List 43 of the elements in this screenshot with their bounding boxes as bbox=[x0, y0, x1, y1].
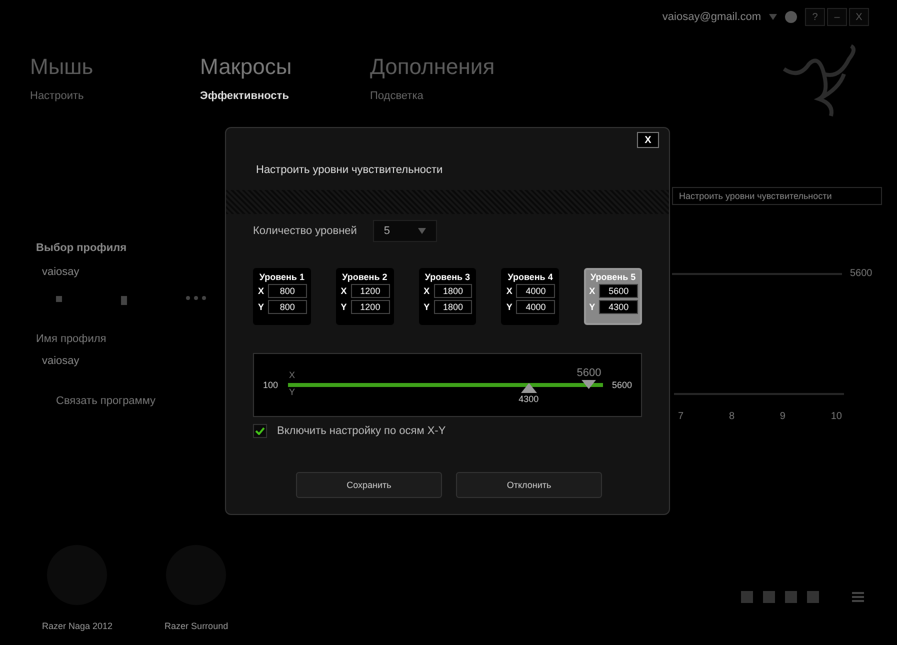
menu-icon[interactable] bbox=[849, 589, 867, 605]
nav-tab[interactable]: Макросы Эффективность bbox=[200, 54, 370, 102]
axis-label: Y bbox=[289, 387, 296, 397]
caret-icon[interactable] bbox=[769, 14, 777, 20]
slider-handle[interactable] bbox=[520, 383, 537, 393]
slider-handle[interactable] bbox=[581, 380, 597, 389]
level-card[interactable]: Уровень 5 X 5600 Y 4300 bbox=[584, 268, 642, 325]
checkbox[interactable] bbox=[253, 424, 267, 438]
tick-label: 9 bbox=[780, 411, 786, 422]
nav-tab[interactable]: Мышь Настроить bbox=[30, 54, 200, 102]
level-count-label: Количество уровней bbox=[253, 225, 357, 237]
marker-value: 5600 bbox=[576, 367, 602, 379]
min-label: 100 bbox=[263, 380, 278, 390]
dialog-button[interactable]: Сохранить bbox=[296, 472, 442, 498]
dialog-button[interactable]: Отклонить bbox=[456, 472, 602, 498]
mode-dropdown[interactable]: Настроить уровни чувствительности bbox=[672, 187, 882, 205]
device-name[interactable]: Razer Naga 2012 bbox=[42, 621, 113, 631]
nav-tab[interactable]: Дополнения Подсветка bbox=[370, 54, 540, 102]
level-card[interactable]: Уровень 2 X 1200 Y 1200 bbox=[336, 268, 394, 325]
checkbox-label: Включить настройку по осям X-Y bbox=[277, 425, 446, 437]
more-icon[interactable] bbox=[186, 296, 206, 300]
device-name[interactable]: Razer Surround bbox=[164, 621, 228, 631]
max-label: 5600 bbox=[612, 380, 632, 390]
marker-value: 4300 bbox=[518, 394, 539, 404]
tick-label: 7 bbox=[678, 411, 684, 422]
globe-icon[interactable] bbox=[785, 11, 797, 23]
tick-label: 10 bbox=[830, 411, 842, 422]
link-program-button[interactable]: Связать программу bbox=[56, 395, 221, 407]
profile-name-label: Имя профиля bbox=[36, 333, 108, 345]
axis-label: X bbox=[289, 370, 296, 380]
level-card[interactable]: Уровень 3 X 1800 Y 1800 bbox=[418, 268, 476, 325]
profile-name-value: vaiosay bbox=[42, 355, 80, 367]
max-value: 5600 bbox=[850, 268, 872, 279]
profile-label: Выбор профиля bbox=[36, 242, 128, 254]
level-card[interactable]: Уровень 1 X 800 Y 800 bbox=[253, 268, 311, 325]
profile-select[interactable]: vaiosay bbox=[42, 266, 80, 278]
level-count-dropdown[interactable]: 5 bbox=[372, 220, 437, 242]
tick-label: 8 bbox=[728, 411, 735, 422]
account-email[interactable]: vaiosay@gmail.com bbox=[662, 11, 761, 23]
caret-icon bbox=[418, 228, 426, 234]
close-button[interactable]: X bbox=[637, 132, 659, 148]
dialog-title: Настроить уровни чувствительности bbox=[256, 164, 444, 176]
level-card[interactable]: Уровень 4 X 4000 Y 4000 bbox=[501, 268, 560, 325]
